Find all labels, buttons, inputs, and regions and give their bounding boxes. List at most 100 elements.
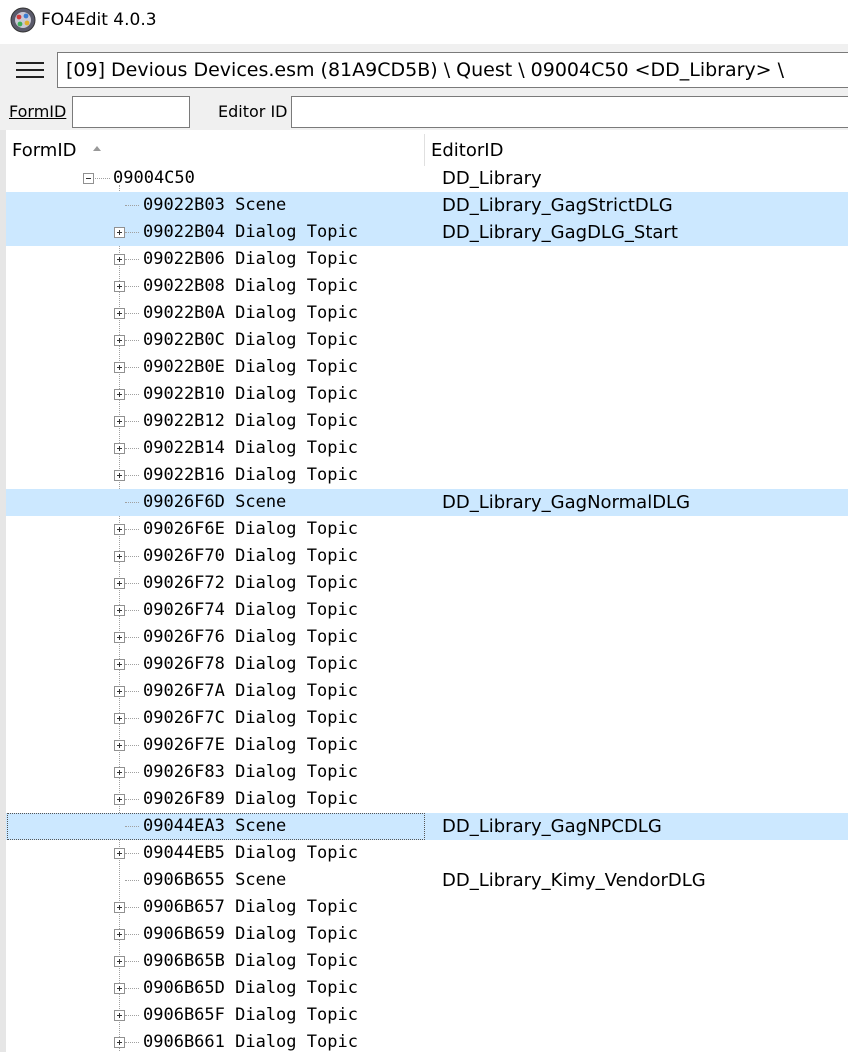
tree-connector [125, 664, 139, 665]
tree-connector [125, 691, 139, 692]
expand-plus-icon[interactable] [114, 929, 125, 940]
expand-plus-icon[interactable] [114, 686, 125, 697]
tree-row-formid: 09022B08 Dialog Topic [143, 276, 358, 296]
tree-row-formid: 09026F83 Dialog Topic [143, 762, 358, 782]
expand-plus-icon[interactable] [114, 902, 125, 913]
tree-connector [125, 988, 139, 989]
expand-plus-icon[interactable] [114, 254, 125, 265]
tree-row-formid: 09026F70 Dialog Topic [143, 546, 358, 566]
expand-plus-icon[interactable] [114, 956, 125, 967]
tree-connector [125, 907, 139, 908]
tree-connector [125, 205, 139, 206]
tree-connector [125, 556, 139, 557]
tree-connector [125, 1015, 139, 1016]
tree-connector [125, 475, 139, 476]
column-header-editorid[interactable]: EditorID [431, 140, 503, 162]
tree-connector [125, 340, 139, 341]
expand-plus-icon[interactable] [114, 578, 125, 589]
tree-connector [125, 313, 139, 314]
editorid-filter-input[interactable] [291, 96, 848, 128]
expand-plus-icon[interactable] [114, 443, 125, 454]
expand-plus-icon[interactable] [114, 416, 125, 427]
tree-row-formid: 09022B0E Dialog Topic [143, 357, 358, 377]
tree-row-formid: 09022B04 Dialog Topic [143, 222, 358, 242]
tree-row-formid: 0906B657 Dialog Topic [143, 897, 358, 917]
tree-row-formid: 09026F6D Scene [143, 492, 287, 512]
expand-plus-icon[interactable] [114, 470, 125, 481]
collapse-minus-icon[interactable] [83, 173, 94, 184]
formid-filter-label: FormID [9, 102, 66, 122]
tree-row-formid: 09022B03 Scene [143, 195, 287, 215]
tree-row-formid: 0906B659 Dialog Topic [143, 924, 358, 944]
tree-row-editorid: DD_Library_GagNormalDLG [442, 492, 691, 513]
expand-plus-icon[interactable] [114, 848, 125, 859]
sort-ascending-icon [93, 146, 101, 151]
tree-row-formid: 0906B661 Dialog Topic [143, 1032, 358, 1052]
tree-connector [125, 961, 139, 962]
expand-plus-icon[interactable] [114, 227, 125, 238]
tree-connector [125, 880, 139, 881]
tree-row-formid: 09022B0A Dialog Topic [143, 303, 358, 323]
expand-plus-icon[interactable] [114, 767, 125, 778]
expand-plus-icon[interactable] [114, 632, 125, 643]
tree-row-formid: 0906B65F Dialog Topic [143, 1005, 358, 1025]
expand-plus-icon[interactable] [114, 281, 125, 292]
tree-row-formid: 09022B06 Dialog Topic [143, 249, 358, 269]
column-header-formid[interactable]: FormID [12, 140, 77, 162]
tree-row-formid: 09026F89 Dialog Topic [143, 789, 358, 809]
tree-connector [125, 421, 139, 422]
tree-row-formid: 09044EB5 Dialog Topic [143, 843, 358, 863]
expand-plus-icon[interactable] [114, 1010, 125, 1021]
tree-row-formid: 09022B0C Dialog Topic [143, 330, 358, 350]
expand-plus-icon[interactable] [114, 1037, 125, 1048]
tree-connector [125, 583, 139, 584]
editorid-filter-label: Editor ID [218, 102, 288, 121]
tree-row-formid: 09026F6E Dialog Topic [143, 519, 358, 539]
tree-row-formid: 0906B655 Scene [143, 870, 287, 890]
tree-row[interactable] [6, 1029, 848, 1052]
path-text: [09] Devious Devices.esm (81A9CD5B) \ Qu… [66, 59, 785, 81]
hamburger-menu-icon[interactable] [12, 62, 46, 80]
tree-row-formid: 09026F76 Dialog Topic [143, 627, 358, 647]
expand-plus-icon[interactable] [114, 524, 125, 535]
tree-connector [125, 448, 139, 449]
window-title: FO4Edit 4.0.3 [41, 10, 157, 30]
expand-plus-icon[interactable] [114, 335, 125, 346]
tree-connector [125, 286, 139, 287]
expand-plus-icon[interactable] [114, 551, 125, 562]
expand-plus-icon[interactable] [114, 794, 125, 805]
tree-connector [125, 259, 139, 260]
expand-plus-icon[interactable] [114, 362, 125, 373]
tree-row-formid: 0906B65B Dialog Topic [143, 951, 358, 971]
expand-plus-icon[interactable] [114, 605, 125, 616]
tree-row-formid: 09026F78 Dialog Topic [143, 654, 358, 674]
column-separator[interactable] [424, 134, 425, 166]
expand-plus-icon[interactable] [114, 740, 125, 751]
tree-row-editorid: DD_Library_GagNPCDLG [442, 816, 662, 837]
tree-row-formid: 09044EA3 Scene [143, 816, 287, 836]
expand-plus-icon[interactable] [114, 308, 125, 319]
tree-row-formid: 09026F7A Dialog Topic [143, 681, 358, 701]
expand-plus-icon[interactable] [114, 713, 125, 724]
tree-row-formid: 0906B65D Dialog Topic [143, 978, 358, 998]
tree-row-formid: 09026F72 Dialog Topic [143, 573, 358, 593]
tree-row-formid: 09022B16 Dialog Topic [143, 465, 358, 485]
tree-connector [95, 178, 110, 179]
tree-connector [125, 934, 139, 935]
tree-connector [125, 745, 139, 746]
tree-row-formid: 09004C50 [113, 168, 195, 188]
tree-row-editorid: DD_Library_Kimy_VendorDLG [442, 870, 706, 891]
expand-plus-icon[interactable] [114, 389, 125, 400]
expand-plus-icon[interactable] [114, 659, 125, 670]
tree-row-formid: 09022B12 Dialog Topic [143, 411, 358, 431]
tree-row-formid: 09026F74 Dialog Topic [143, 600, 358, 620]
tree-connector [125, 502, 139, 503]
tree-row-formid: 09022B14 Dialog Topic [143, 438, 358, 458]
title-bar: FO4Edit 4.0.3 [0, 0, 848, 42]
expand-plus-icon[interactable] [114, 983, 125, 994]
tree-connector [125, 367, 139, 368]
tree-row-editorid: DD_Library [442, 168, 542, 189]
tree-connector [125, 232, 139, 233]
tree-row-editorid: DD_Library_GagDLG_Start [442, 222, 678, 243]
formid-filter-input[interactable] [72, 96, 190, 128]
